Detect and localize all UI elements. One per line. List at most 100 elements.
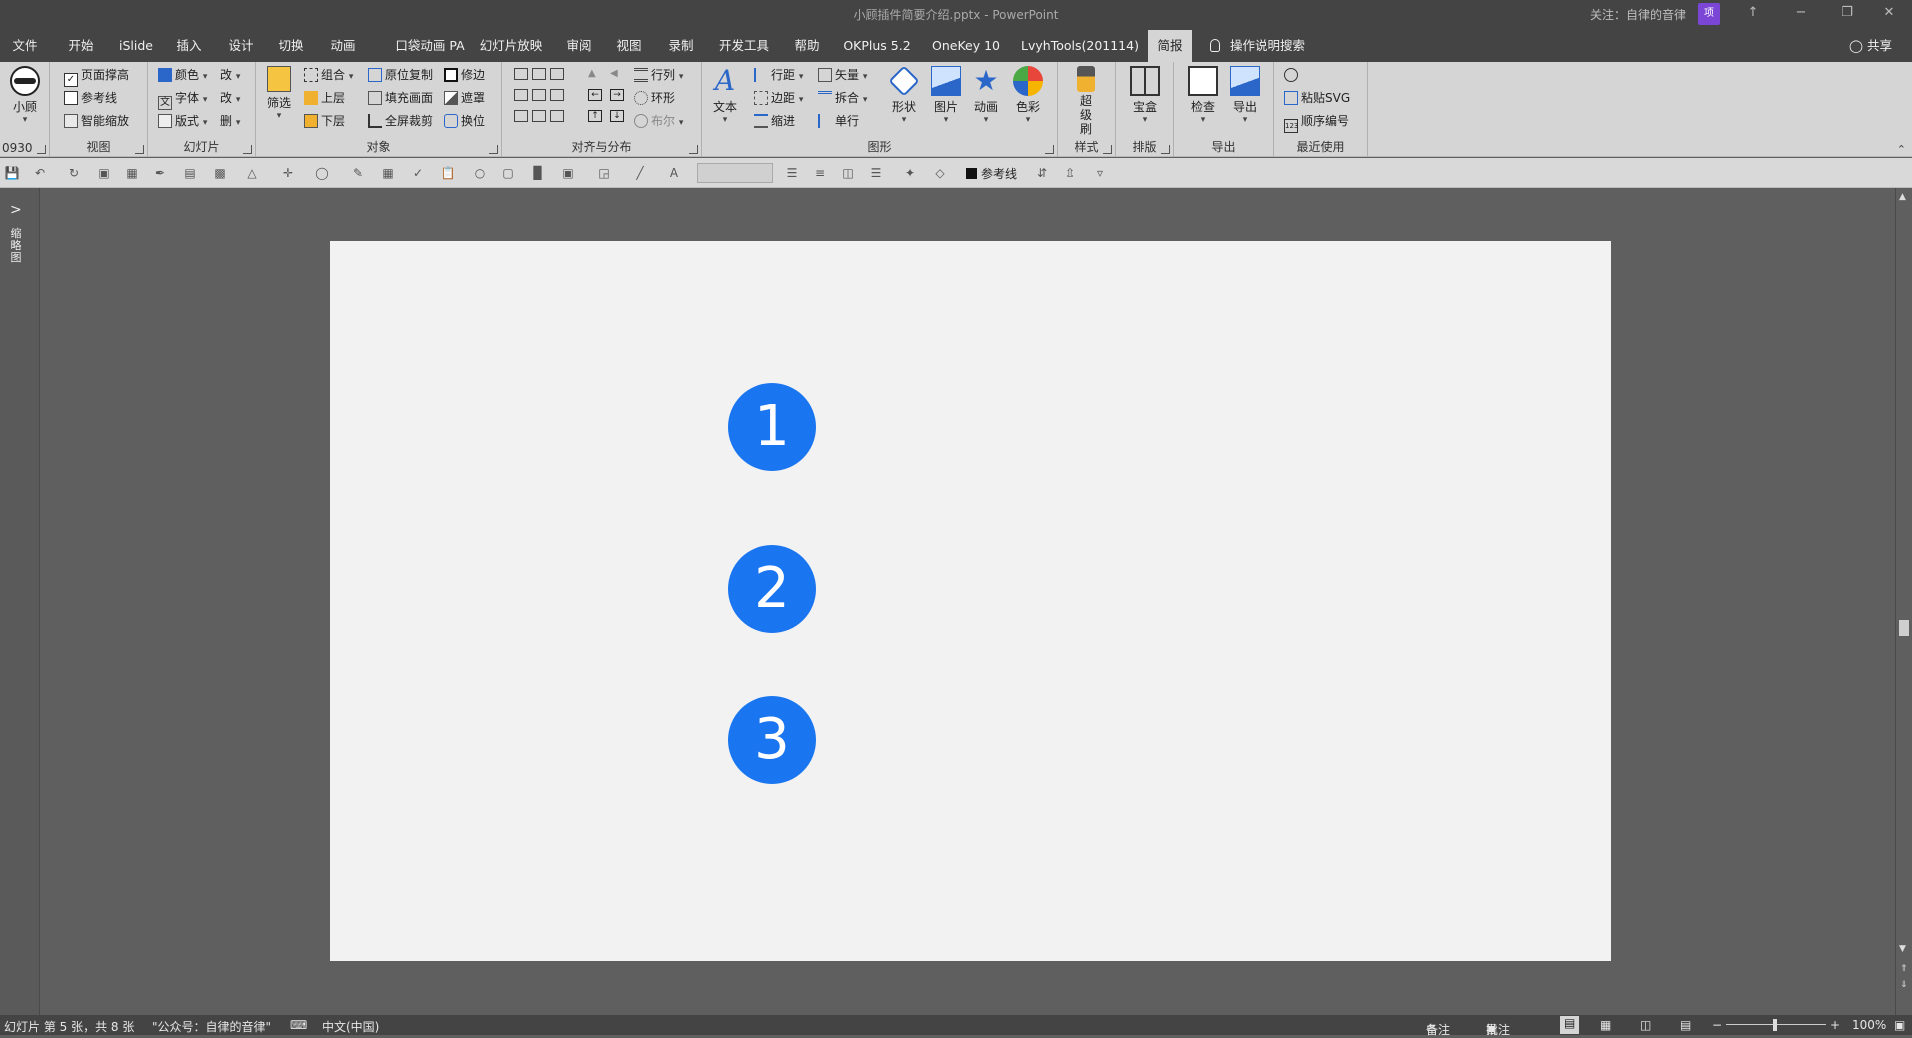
dialog-launcher-icon[interactable] [1161, 145, 1170, 154]
animation-button[interactable]: ★ 动画 ▾ [970, 66, 1002, 126]
arrow-up-box-icon[interactable]: ↑ [588, 110, 602, 122]
spell-check-icon[interactable]: ⌨ [290, 1018, 307, 1032]
change-font-button[interactable]: 改 ▾ [220, 88, 240, 108]
minimize-button[interactable]: − [1778, 0, 1824, 28]
distribute-icon[interactable] [550, 110, 564, 122]
restore-button[interactable]: ❐ [1824, 0, 1870, 28]
recent-item-icon-button[interactable] [1284, 65, 1301, 85]
tab-view[interactable]: 视图 [608, 30, 650, 62]
scroll-thumb[interactable] [1899, 620, 1909, 636]
color-button[interactable]: 颜色 ▾ [158, 65, 207, 85]
expand-pane-icon[interactable]: > [10, 202, 22, 218]
boolean-button[interactable]: 布尔 ▾ [634, 111, 683, 131]
close-button[interactable]: ✕ [1866, 0, 1912, 28]
share-button[interactable]: ◯ 共享 [1849, 30, 1892, 62]
fullscreen-crop-button[interactable]: 全屏裁剪 [368, 111, 433, 131]
guides-toggle[interactable]: 参考线 [966, 165, 1017, 182]
arrow-right-box-icon[interactable]: → [610, 89, 624, 101]
swap-position-button[interactable]: 换位 [444, 111, 485, 131]
fit-page-checkbox[interactable]: ✓ 页面撑高 [64, 65, 129, 87]
format-painter-icon[interactable]: ▢ [500, 165, 516, 181]
align-icons-grid[interactable] [514, 68, 566, 134]
zoom-level[interactable]: 100% [1852, 1018, 1886, 1032]
bar-chart-icon[interactable]: ▉ [530, 165, 546, 181]
normal-view-icon[interactable]: ▤ [1560, 1016, 1580, 1034]
tab-record[interactable]: 录制 [660, 30, 702, 62]
align-center-icon[interactable] [532, 89, 546, 101]
dialog-launcher-icon[interactable] [689, 145, 698, 154]
ellipse-icon[interactable]: ○ [472, 165, 488, 181]
indent-button[interactable]: 缩进 [754, 111, 795, 131]
number-circle-2[interactable]: 2 [728, 545, 816, 633]
send-backward-button[interactable]: 下层 [304, 111, 345, 131]
dialog-launcher-icon[interactable] [489, 145, 498, 154]
tab-islide[interactable]: iSlide [112, 30, 160, 62]
align-top-icon[interactable] [514, 68, 528, 80]
bullets-icon[interactable]: ☰ [784, 165, 800, 181]
filter-button[interactable]: 筛选 ▾ [264, 66, 294, 121]
line-style-icon[interactable]: ╱ [632, 165, 648, 181]
margin-button[interactable]: 边距 ▾ [754, 88, 803, 108]
picture-button[interactable]: 图片 ▾ [930, 66, 962, 125]
fill-bucket-icon[interactable]: ◲ [596, 165, 612, 181]
tab-design[interactable]: 设计 [220, 30, 262, 62]
bring-forward-button[interactable]: 上层 [304, 88, 345, 108]
dialog-launcher-icon[interactable] [243, 145, 252, 154]
slide-sorter-icon[interactable]: ▦ [1600, 1018, 1611, 1032]
tell-me-search[interactable]: 操作说明搜索 [1210, 30, 1305, 62]
next-slide-icon[interactable]: ⇓ [1900, 980, 1908, 990]
arrow-down-box-icon[interactable]: ↓ [610, 110, 624, 122]
save-icon[interactable]: 💾 [4, 165, 20, 181]
trim-edges-button[interactable]: 修边 [444, 65, 485, 85]
paint-icon[interactable]: ✎ [350, 165, 366, 181]
change-color-button[interactable]: 改 ▾ [220, 65, 240, 85]
check-button[interactable]: 检查 ▾ [1186, 66, 1220, 125]
paste-svg-button[interactable]: 粘贴SVG [1284, 88, 1350, 108]
smart-zoom-button[interactable]: 智能缩放 [64, 111, 129, 131]
line-spacing-button[interactable]: 行距 ▾ [754, 65, 803, 85]
tab-jianbao[interactable]: 简报 [1148, 30, 1192, 62]
zoom-slider-thumb[interactable] [1773, 1019, 1777, 1031]
align-left-icon[interactable] [514, 89, 528, 101]
undo-icon[interactable]: ↶ [32, 165, 48, 181]
arrow-icons-grid[interactable]: ▲ ◀ ← → ↑ ↓ [588, 68, 628, 134]
start-slideshow-icon[interactable]: ▣ [96, 165, 112, 181]
rows-cols-button[interactable]: 行列 ▾ [634, 65, 683, 85]
vertical-scrollbar[interactable]: ▲ ▼ ⇑ ⇓ [1895, 188, 1912, 1015]
eyedropper-icon[interactable]: ✒ [152, 165, 168, 181]
dialog-launcher-icon[interactable] [1103, 145, 1112, 154]
layout-button[interactable]: 版式 ▾ [158, 111, 207, 131]
duplicate-in-place-button[interactable]: 原位复制 [368, 65, 433, 85]
picture-tool-icon[interactable]: ▣ [560, 165, 576, 181]
align-right-icon[interactable] [550, 89, 564, 101]
tab-pocket-animation[interactable]: 口袋动画 PA [380, 30, 480, 62]
table-icon[interactable]: ▦ [380, 165, 396, 181]
fit-slide-icon[interactable]: ▣ [1894, 1018, 1905, 1032]
vector-button[interactable]: 矢量 ▾ [818, 65, 867, 85]
columns-icon[interactable]: ◫ [840, 165, 856, 181]
distribute-v-icon[interactable] [532, 110, 546, 122]
sequence-number-button[interactable]: 123 顺序编号 [1284, 111, 1349, 133]
mask-button[interactable]: 遮罩 [444, 88, 485, 108]
align-middle-icon[interactable] [532, 68, 546, 80]
arrow-left-box-icon[interactable]: ← [588, 89, 602, 101]
text-button[interactable]: A 文本 ▾ [710, 66, 740, 126]
chart-icon[interactable]: △ [244, 165, 260, 181]
super-brush-button[interactable]: 超级刷 [1072, 66, 1100, 136]
tab-review[interactable]: 审阅 [558, 30, 600, 62]
tab-onekey[interactable]: OneKey 10 [930, 30, 1002, 62]
slide-canvas[interactable]: 1 2 3 [330, 241, 1611, 961]
guides-checkbox[interactable]: 参考线 [64, 88, 117, 108]
brush-tool-icon[interactable]: ✓ [410, 165, 426, 181]
ribbon-display-options-icon[interactable]: ↑ [1730, 0, 1776, 28]
export-button[interactable]: 导出 ▾ [1228, 66, 1262, 125]
avatar[interactable]: 项 [1698, 3, 1720, 25]
single-line-button[interactable]: 单行 [818, 111, 859, 131]
align-bottom-icon[interactable] [550, 68, 564, 80]
thumbnail-label[interactable]: 缩略图 [9, 228, 23, 264]
triangle-left-icon[interactable]: ◀ [610, 68, 624, 80]
format-icon[interactable]: ▦ [124, 165, 140, 181]
paste-icon[interactable]: 📋 [440, 165, 456, 181]
tab-developer[interactable]: 开发工具 [716, 30, 772, 62]
prev-slide-icon[interactable]: ⇑ [1900, 964, 1908, 974]
